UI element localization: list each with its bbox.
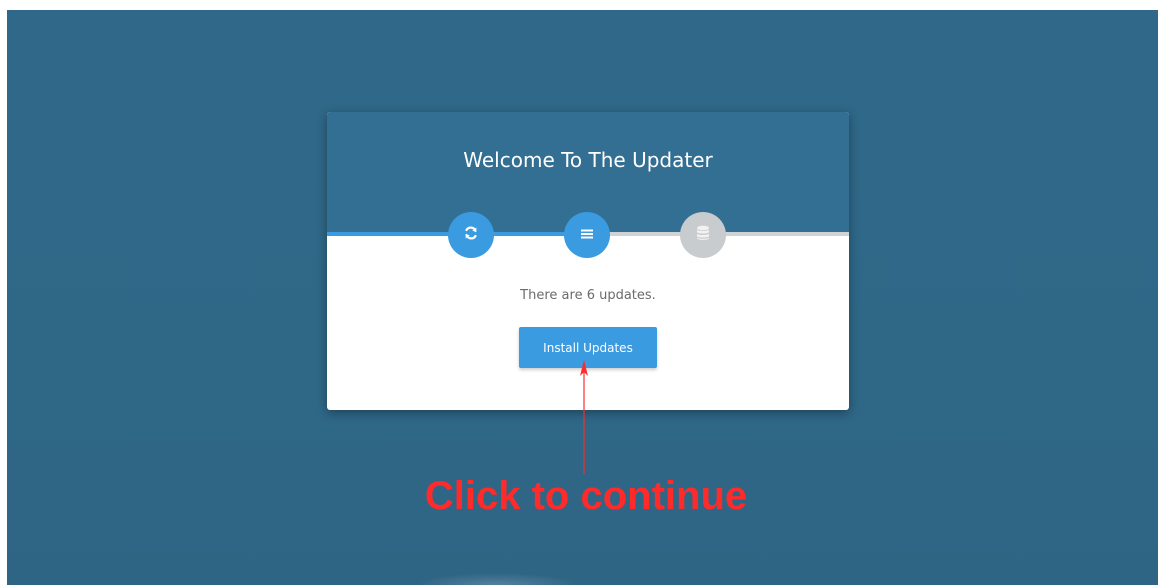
- annotation-label: Click to continue: [424, 474, 748, 518]
- refresh-icon: [463, 225, 479, 245]
- step-refresh: [448, 212, 494, 258]
- annotation-arrow-icon: [580, 360, 588, 474]
- dialog-title: Welcome To The Updater: [463, 148, 713, 172]
- database-icon: [696, 225, 710, 245]
- update-count-text: There are 6 updates.: [520, 288, 656, 303]
- step-database: [680, 212, 726, 258]
- background-mountain: [417, 573, 577, 585]
- step-list: [564, 212, 610, 258]
- list-icon: [580, 226, 594, 245]
